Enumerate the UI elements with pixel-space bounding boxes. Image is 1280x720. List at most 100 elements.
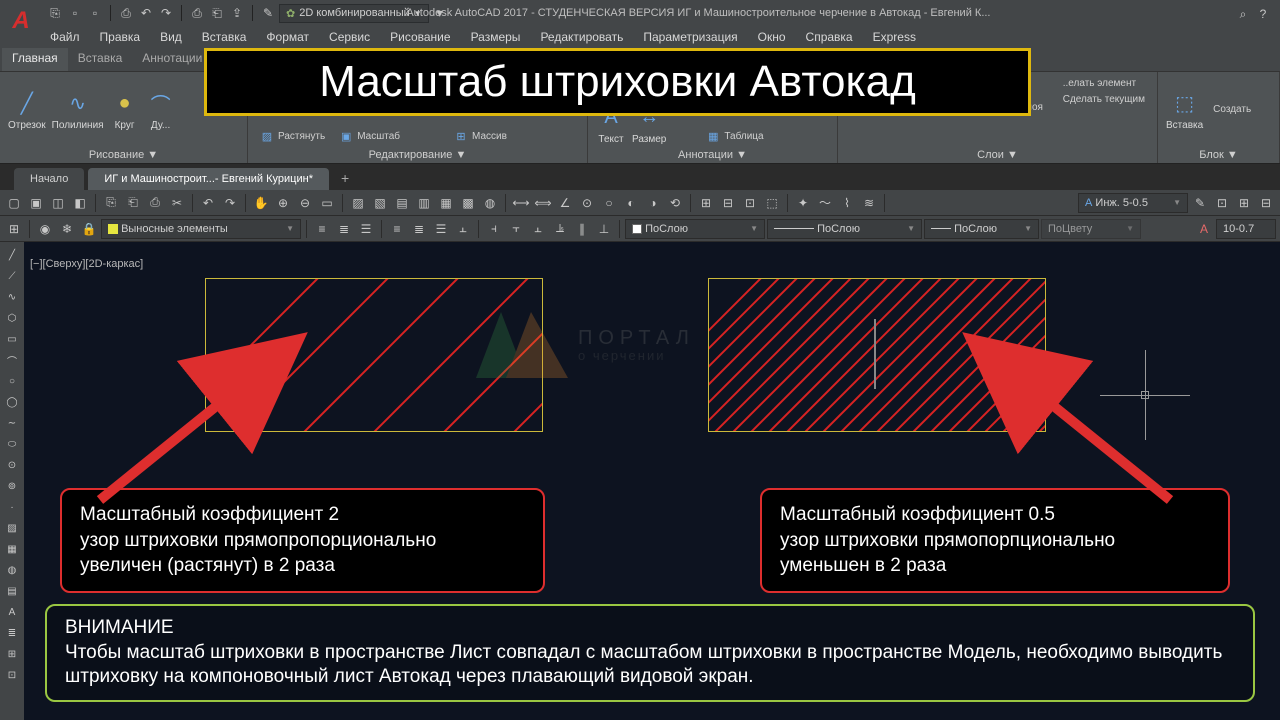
tool-icon[interactable]: ⎗ (123, 193, 143, 213)
menu-dim[interactable]: Размеры (461, 30, 531, 44)
tool-icon[interactable]: ◫ (48, 193, 68, 213)
tool-icon[interactable]: ⊞ (696, 193, 716, 213)
align-icon[interactable]: ⫞ (484, 219, 504, 239)
annot-icon[interactable]: A (1194, 219, 1214, 239)
scale-dropdown[interactable]: 10-0.7 (1216, 219, 1276, 239)
saveas-icon[interactable]: ▫ (86, 4, 104, 22)
tool-icon[interactable]: ⎘ (101, 193, 121, 213)
menu-draw[interactable]: Рисование (380, 30, 460, 44)
dim-icon[interactable]: ⟲ (665, 193, 685, 213)
draw-tool-icon[interactable]: ⟋ (3, 267, 21, 285)
tab-document[interactable]: ИГ и Машиностроит...- Евгений Курицин* (88, 168, 329, 190)
align-icon[interactable]: ≣ (409, 219, 429, 239)
layer-icon[interactable]: ◉ (35, 219, 55, 239)
menu-view[interactable]: Вид (150, 30, 192, 44)
align-icon[interactable]: ⫠ (453, 219, 473, 239)
preview-icon[interactable]: ⎗ (208, 4, 226, 22)
tool-icon[interactable]: 〜 (815, 193, 835, 213)
arc-button[interactable]: ⌒Ду... (146, 88, 176, 131)
scale-button[interactable]: ▣Масштаб (335, 127, 404, 145)
draw-tool-icon[interactable]: ∿ (3, 288, 21, 306)
draw-tool-icon[interactable]: ⊞ (3, 645, 21, 663)
align-icon[interactable]: ⫡ (550, 219, 570, 239)
hatch-icon[interactable]: ◍ (480, 193, 500, 213)
dim-icon[interactable]: ⊙ (577, 193, 597, 213)
align-icon[interactable]: ⫟ (506, 219, 526, 239)
polyline-button[interactable]: ∿Полилиния (52, 88, 104, 131)
group-title-layers[interactable]: Слои ▼ (838, 147, 1157, 163)
layer-icon[interactable]: ❄ (57, 219, 77, 239)
menu-window[interactable]: Окно (748, 30, 796, 44)
align-icon[interactable]: ⊥ (594, 219, 614, 239)
line-button[interactable]: ╱Отрезок (8, 88, 46, 131)
draw-tool-icon[interactable]: ◯ (3, 393, 21, 411)
ribbon-tab-annotate[interactable]: Аннотации (132, 48, 212, 71)
tool-icon[interactable]: ⊡ (1212, 193, 1232, 213)
menu-express[interactable]: Express (863, 30, 926, 44)
print-icon[interactable]: ⎙ (188, 4, 206, 22)
tool-icon[interactable]: ▭ (317, 193, 337, 213)
align-icon[interactable]: ☰ (431, 219, 451, 239)
tool-icon[interactable]: ⊡ (740, 193, 760, 213)
pan-icon[interactable]: ✋ (251, 193, 271, 213)
draw-tool-icon[interactable]: ⬭ (3, 435, 21, 453)
dim-icon[interactable]: ⟺ (533, 193, 553, 213)
help-icon[interactable]: ? (1254, 5, 1272, 23)
insert-block-button[interactable]: ⬚Вставка (1166, 88, 1203, 131)
circle-button[interactable]: ●Круг (110, 88, 140, 131)
layer-icon[interactable]: 🔒 (79, 219, 99, 239)
hatch-icon[interactable]: ▤ (392, 193, 412, 213)
hatch-icon[interactable]: ▥ (414, 193, 434, 213)
tool-icon[interactable]: ✦ (793, 193, 813, 213)
draw-tool-icon[interactable]: ▦ (3, 540, 21, 558)
dim-icon[interactable]: ◐ (621, 193, 641, 213)
draw-tool-icon[interactable]: ≣ (3, 624, 21, 642)
draw-tool-icon[interactable]: ⬡ (3, 309, 21, 327)
menu-tools[interactable]: Сервис (319, 30, 380, 44)
tab-start[interactable]: Начало (14, 168, 84, 190)
draw-tool-icon[interactable]: ▤ (3, 582, 21, 600)
draw-tool-icon[interactable]: ▨ (3, 519, 21, 537)
tool-icon[interactable]: ⊟ (718, 193, 738, 213)
undo-icon[interactable]: ↶ (198, 193, 218, 213)
menu-format[interactable]: Формат (256, 30, 319, 44)
zoom-icon[interactable]: ⊕ (273, 193, 293, 213)
draw-tool-icon[interactable]: ⊚ (3, 477, 21, 495)
align-icon[interactable]: ≡ (387, 219, 407, 239)
draw-tool-icon[interactable]: ◍ (3, 561, 21, 579)
hatch-icon[interactable]: ▩ (458, 193, 478, 213)
draw-tool-icon[interactable]: ⊡ (3, 666, 21, 684)
ribbon-tab-insert[interactable]: Вставка (68, 48, 133, 71)
group-title-block[interactable]: Блок ▼ (1158, 147, 1279, 163)
dim-icon[interactable]: ◑ (643, 193, 663, 213)
hatch-icon[interactable]: ▨ (348, 193, 368, 213)
tool-icon[interactable]: ⊞ (1234, 193, 1254, 213)
textstyle-dropdown[interactable]: A Инж. 5-0.5▼ (1078, 193, 1188, 213)
tool-icon[interactable]: ✂ (167, 193, 187, 213)
draw-tool-icon[interactable]: · (3, 498, 21, 516)
align-icon[interactable]: ∥ (572, 219, 592, 239)
viewport-label[interactable]: [−][Сверху][2D-каркас] (30, 258, 143, 270)
align-icon[interactable]: ☰ (356, 219, 376, 239)
tool-icon[interactable]: ▣ (26, 193, 46, 213)
group-title-edit[interactable]: Редактирование ▼ (248, 147, 587, 163)
menu-insert[interactable]: Вставка (192, 30, 257, 44)
menu-modify[interactable]: Редактировать (530, 30, 633, 44)
array-button[interactable]: ⊞Массив (450, 127, 511, 145)
zoom-icon[interactable]: ⊖ (295, 193, 315, 213)
hatch-icon[interactable]: ▧ (370, 193, 390, 213)
layer-dropdown[interactable]: Выносные элементы▼ (101, 219, 301, 239)
ribbon-tab-home[interactable]: Главная (2, 48, 68, 71)
tool-icon[interactable]: ⎙ (145, 193, 165, 213)
table-button[interactable]: ▦Таблица (702, 127, 767, 145)
draw-tool-icon[interactable]: ╱ (3, 246, 21, 264)
redo-icon[interactable]: ↷ (220, 193, 240, 213)
draw-tool-icon[interactable]: ○ (3, 372, 21, 390)
save-icon[interactable]: ▫ (66, 4, 84, 22)
draw-tool-icon[interactable]: ⊙ (3, 456, 21, 474)
folder-icon[interactable]: ⎘ (46, 4, 64, 22)
layer-make-elem[interactable]: ..елать элемент (1059, 76, 1149, 91)
add-tab-button[interactable]: + (333, 166, 357, 190)
hatch-icon[interactable]: ▦ (436, 193, 456, 213)
align-icon[interactable]: ⫠ (528, 219, 548, 239)
